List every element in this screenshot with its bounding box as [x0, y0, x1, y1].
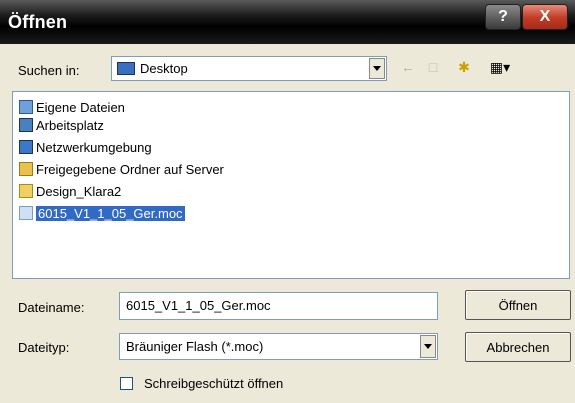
open-button[interactable]: Öffnen	[465, 290, 571, 320]
title-bar[interactable]: Öffnen ? X	[0, 0, 575, 44]
filename-input[interactable]: 6015_V1_1_05_Ger.moc	[119, 292, 438, 320]
filetype-dropdown-button[interactable]	[420, 335, 436, 358]
my-computer-icon	[19, 118, 33, 132]
list-item-selected[interactable]: 6015_V1_1_05_Ger.moc	[19, 204, 185, 222]
new-folder-icon[interactable]: ✱	[454, 58, 474, 76]
filetype-label: Dateityp:	[18, 340, 70, 355]
file-list[interactable]: Eigene Dateien Arbeitsplatz Netzwerkumge…	[12, 91, 570, 279]
list-item[interactable]: Netzwerkumgebung	[19, 138, 152, 156]
readonly-label: Schreibgeschützt öffnen	[144, 376, 284, 391]
my-documents-icon	[19, 100, 33, 114]
list-item[interactable]: Eigene Dateien	[19, 98, 125, 116]
file-icon	[19, 206, 33, 220]
back-arrow-icon[interactable]: ←	[398, 58, 418, 76]
lookin-value: Desktop	[140, 61, 188, 76]
list-item[interactable]: Freigegebene Ordner auf Server	[19, 160, 224, 178]
help-button[interactable]: ?	[485, 4, 521, 30]
desktop-icon	[117, 62, 135, 75]
readonly-checkbox[interactable]	[120, 377, 133, 390]
filename-label: Dateiname:	[18, 300, 85, 315]
open-dialog: Öffnen ? X Suchen in: Desktop ← □ ✱ ▦▾ E…	[0, 0, 575, 403]
cancel-button[interactable]: Abbrechen	[465, 332, 571, 362]
shared-folder-icon	[19, 162, 33, 176]
network-icon	[19, 140, 33, 154]
window-title: Öffnen	[8, 12, 68, 32]
filetype-value: Bräuniger Flash (*.moc)	[126, 339, 264, 354]
close-button[interactable]: X	[522, 4, 568, 30]
list-item[interactable]: Design_Klara2	[19, 182, 121, 200]
folder-icon	[19, 184, 33, 198]
lookin-label: Suchen in:	[18, 63, 80, 78]
lookin-combo[interactable]: Desktop	[111, 56, 387, 81]
filetype-combo[interactable]: Bräuniger Flash (*.moc)	[119, 333, 438, 360]
list-item[interactable]: Arbeitsplatz	[19, 116, 104, 134]
view-menu-icon[interactable]: ▦▾	[484, 58, 516, 76]
lookin-dropdown-button[interactable]	[369, 58, 385, 79]
up-folder-icon[interactable]: □	[423, 58, 443, 76]
